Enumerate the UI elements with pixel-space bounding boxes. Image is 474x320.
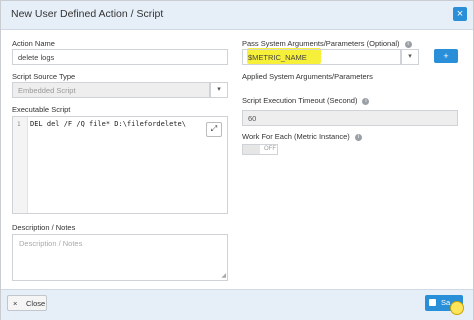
dialog: New User Defined Action / Script × Actio… xyxy=(0,0,474,320)
add-argument-button[interactable]: + xyxy=(434,49,458,63)
work-each-label-text: Work For Each (Metric Instance) xyxy=(242,132,350,141)
notes-placeholder: Description / Notes xyxy=(19,239,83,248)
applied-args-label: Applied System Arguments/Parameters xyxy=(242,72,373,81)
info-icon: i xyxy=(362,97,370,105)
resize-grip-icon[interactable]: ◢ xyxy=(221,272,226,279)
work-each-label: Work For Each (Metric Instance) i xyxy=(242,132,362,141)
timeout-input[interactable]: 60 xyxy=(242,110,458,126)
code-gutter: 1 xyxy=(13,117,28,213)
action-name-label: Action Name xyxy=(12,39,55,48)
toggle-state: OFF xyxy=(264,146,276,152)
toggle-knob xyxy=(243,145,260,154)
timeout-label-text: Script Execution Timeout (Second) xyxy=(242,96,358,105)
code-editor[interactable]: 1 DEL del /F /Q file* D:\filefordelete\ … xyxy=(12,116,228,214)
expand-icon[interactable]: ⤢ xyxy=(206,122,222,137)
executable-script-label: Executable Script xyxy=(12,105,71,114)
dialog-title: New User Defined Action / Script xyxy=(11,8,164,20)
dialog-footer xyxy=(1,289,473,320)
info-icon: i xyxy=(354,133,362,141)
line-number: 1 xyxy=(17,121,21,128)
notes-textarea[interactable]: Description / Notes ◢ xyxy=(12,234,228,281)
code-text[interactable]: DEL del /F /Q file* D:\filefordelete\ xyxy=(30,120,186,128)
notes-label: Description / Notes xyxy=(12,223,76,232)
work-each-toggle[interactable]: OFF xyxy=(242,144,278,155)
close-icon: × xyxy=(13,299,18,308)
chevron-down-icon[interactable]: ▾ xyxy=(401,49,419,65)
info-icon: i xyxy=(404,40,412,48)
action-name-input[interactable]: delete logs xyxy=(12,49,228,65)
save-icon xyxy=(429,299,436,306)
save-button-label: Sa xyxy=(441,298,451,307)
pass-args-label-text: Pass System Arguments/Parameters (Option… xyxy=(242,39,400,48)
close-button-label: Close xyxy=(26,299,46,308)
source-type-select[interactable]: Embedded Script xyxy=(12,82,210,98)
pass-args-label: Pass System Arguments/Parameters (Option… xyxy=(242,39,412,48)
source-type-label: Script Source Type xyxy=(12,72,76,81)
close-icon[interactable]: × xyxy=(453,7,467,21)
pass-args-input[interactable]: $METRIC_NAME xyxy=(242,49,401,65)
chevron-down-icon[interactable]: ▾ xyxy=(210,82,228,98)
close-button[interactable]: × Close xyxy=(7,295,47,311)
timeout-label: Script Execution Timeout (Second) i xyxy=(242,96,370,105)
mouse-cursor-icon xyxy=(450,301,464,315)
dialog-titlebar: New User Defined Action / Script × xyxy=(1,1,473,30)
